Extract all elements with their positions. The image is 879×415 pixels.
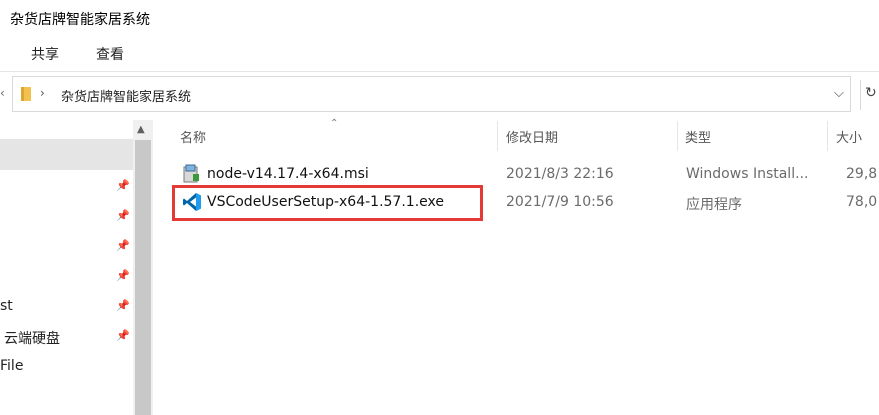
pin-icon[interactable]: 📌 <box>116 179 130 192</box>
column-header-size[interactable]: 大小 <box>836 127 862 146</box>
ribbon-divider <box>0 71 879 72</box>
tab-share[interactable]: 共享 <box>31 44 59 64</box>
nav-item-label[interactable]: 云端硬盘 <box>4 328 60 348</box>
column-header-name[interactable]: 名称 <box>180 127 206 146</box>
window-title: 杂货店牌智能家居系统 <box>10 12 150 28</box>
address-path[interactable]: 杂货店牌智能家居系统 <box>61 86 191 105</box>
sort-ascending-icon: ⌃ <box>330 118 339 129</box>
file-modified: 2021/7/9 10:56 <box>506 194 614 210</box>
tab-view[interactable]: 查看 <box>96 44 124 64</box>
ribbon-tabs: 共享 查看 <box>0 38 879 72</box>
column-header-type[interactable]: 类型 <box>685 127 711 146</box>
folder-icon <box>21 87 31 101</box>
file-name[interactable]: node-v14.17.4-x64.msi <box>207 166 369 182</box>
pin-icon[interactable]: 📌 <box>116 209 130 222</box>
nav-scrollbar-thumb[interactable] <box>135 140 151 415</box>
nav-item-selected[interactable] <box>0 139 133 170</box>
chevron-down-icon[interactable]: ⌵ <box>834 86 844 101</box>
file-modified: 2021/8/3 22:16 <box>506 166 614 182</box>
scroll-up-arrow-icon[interactable]: ▲ <box>137 124 145 135</box>
file-type: Windows Install... <box>686 166 809 182</box>
pin-icon[interactable]: 📌 <box>116 269 130 282</box>
back-arrow-icon[interactable]: ‹ <box>0 86 5 100</box>
title-bar: 杂货店牌智能家居系统 <box>0 0 879 38</box>
file-size: 78,0 <box>846 194 878 210</box>
nav-item-label[interactable]: st <box>0 298 13 314</box>
column-divider[interactable] <box>677 121 678 151</box>
refresh-icon: ↻ <box>865 85 877 101</box>
column-divider[interactable] <box>827 121 828 151</box>
file-size: 29,8 <box>846 166 878 182</box>
pin-icon[interactable]: 📌 <box>116 299 130 312</box>
nav-item-label[interactable]: File <box>0 358 23 374</box>
msi-installer-icon <box>183 164 199 183</box>
refresh-button[interactable]: ↻ <box>860 80 879 110</box>
pin-icon[interactable]: 📌 <box>116 329 130 342</box>
breadcrumb-separator-icon[interactable]: › <box>40 86 45 100</box>
file-type: 应用程序 <box>686 197 742 213</box>
highlight-annotation <box>172 185 483 221</box>
column-divider[interactable] <box>497 121 498 151</box>
column-header-modified[interactable]: 修改日期 <box>506 127 558 146</box>
pin-icon[interactable]: 📌 <box>116 239 130 252</box>
